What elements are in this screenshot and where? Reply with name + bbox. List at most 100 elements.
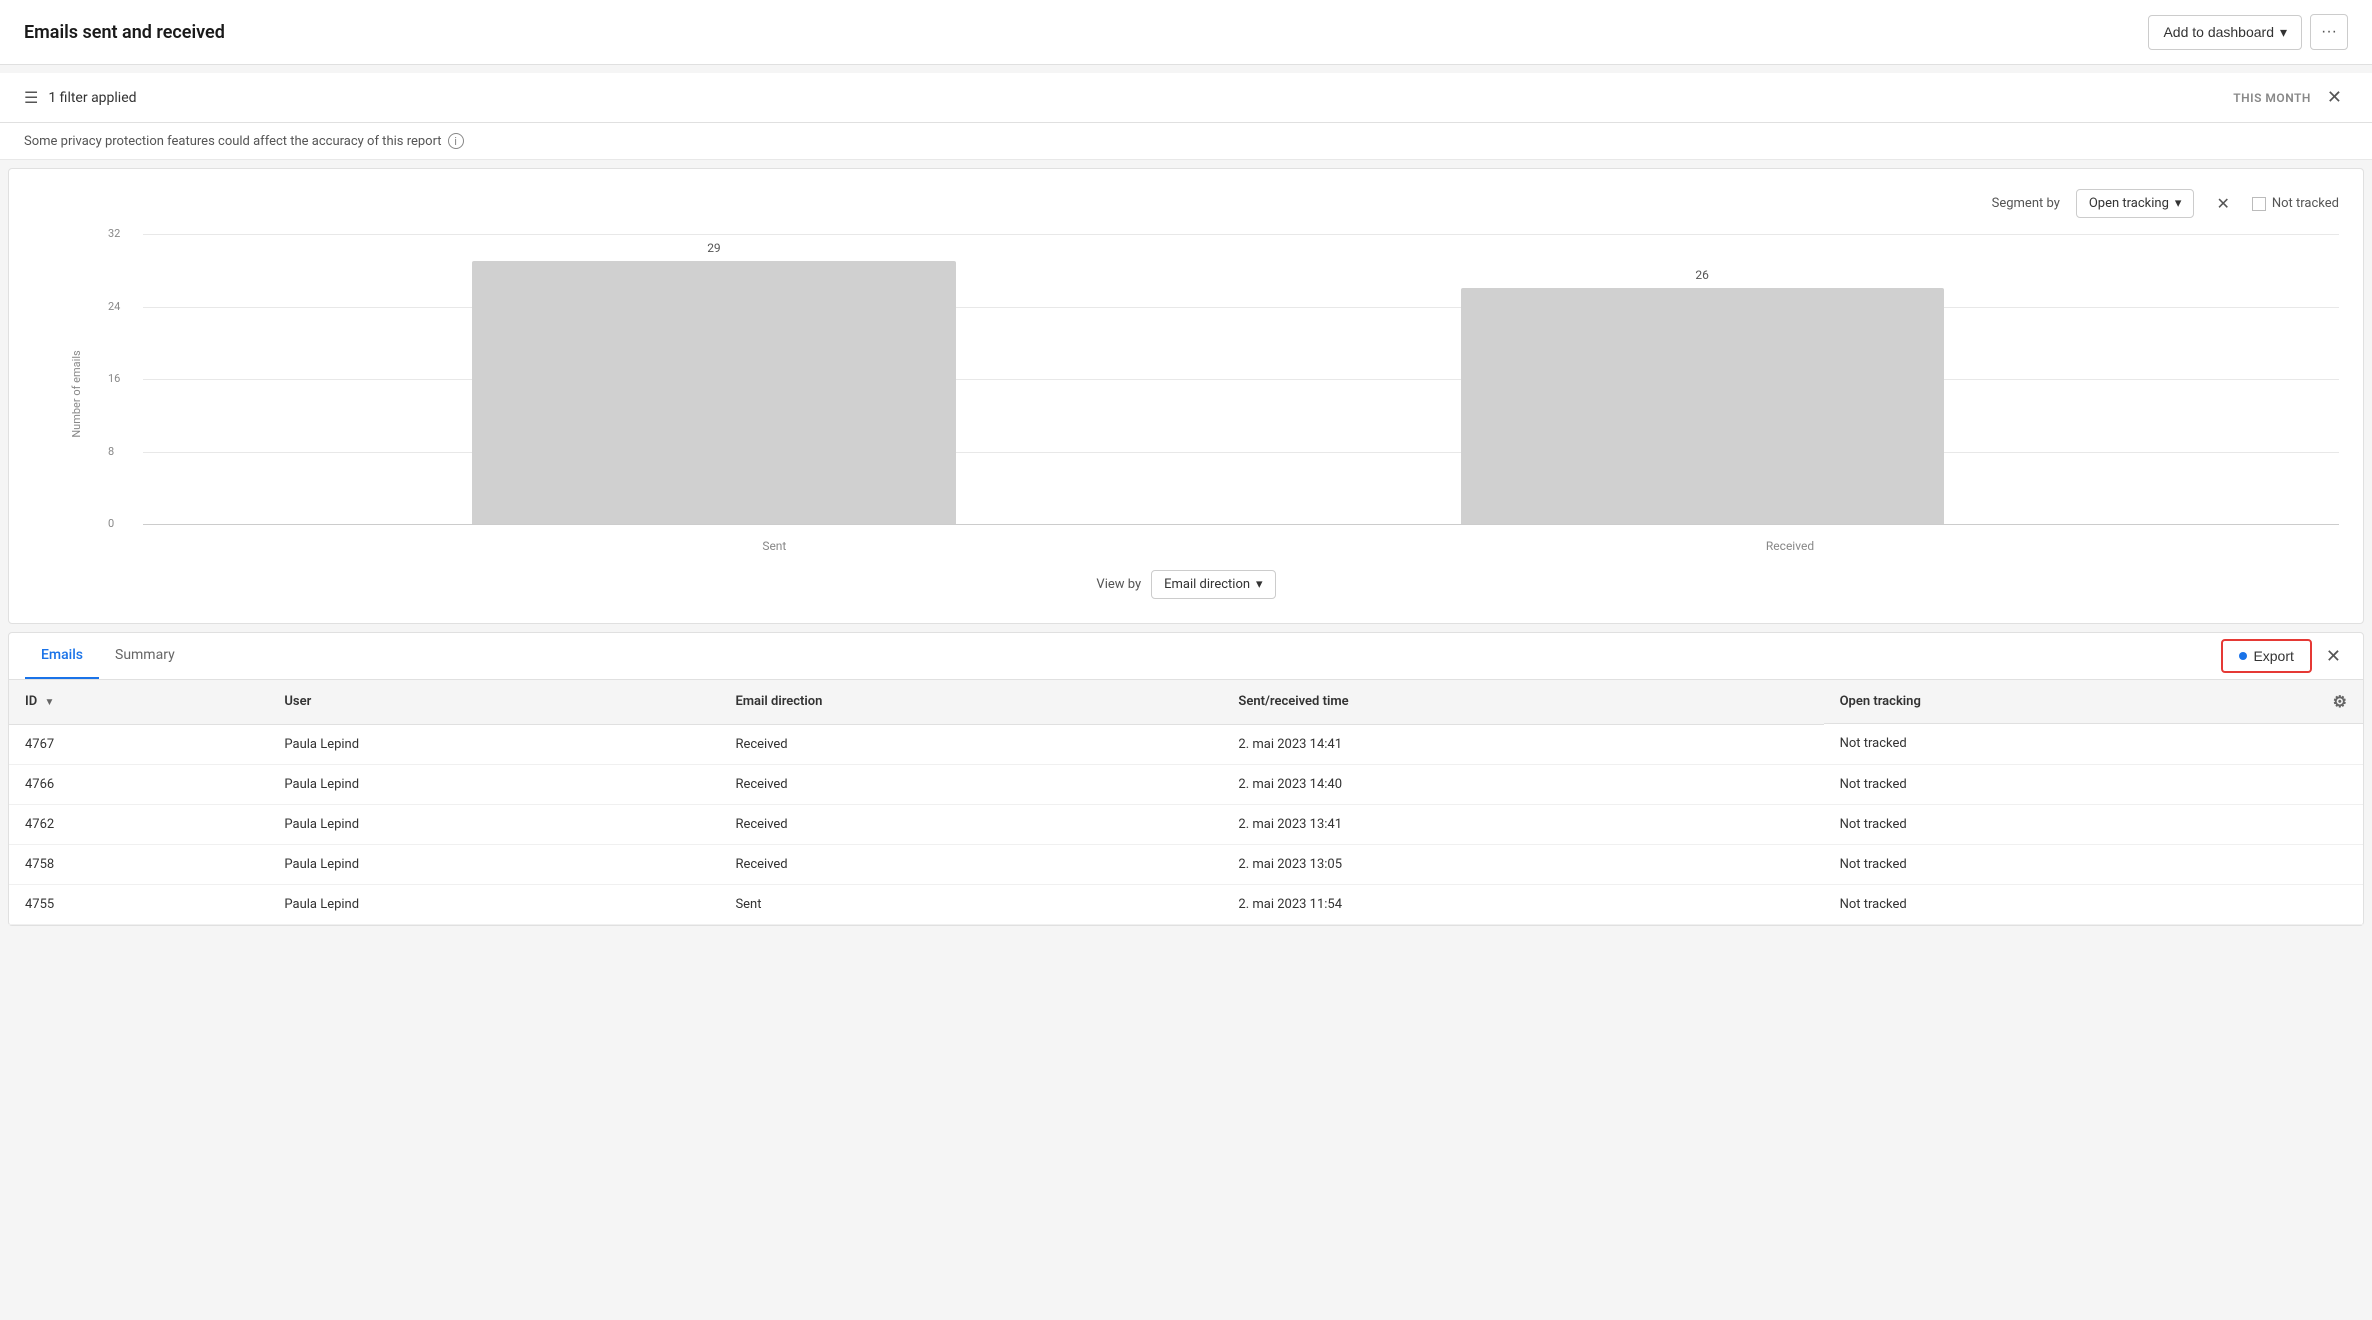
gear-icon[interactable]: ⚙ — [2333, 692, 2347, 711]
x-label-sent: Sent — [762, 539, 786, 553]
y-label-16: 16 — [108, 372, 120, 385]
export-label: Export — [2253, 648, 2293, 664]
view-by-dropdown[interactable]: Email direction ▾ — [1151, 570, 1275, 599]
cell-id: 4762 — [9, 804, 268, 844]
filter-icon: ☰ — [24, 88, 38, 107]
privacy-notice-text: Some privacy protection features could a… — [24, 134, 442, 149]
add-dashboard-label: Add to dashboard — [2163, 24, 2274, 40]
legend-box — [2252, 197, 2266, 211]
tabs-right: Export ✕ — [2221, 639, 2347, 673]
more-options-button[interactable]: ··· — [2310, 14, 2348, 50]
export-dot-icon — [2239, 652, 2247, 660]
cell-tracking: Not tracked — [1824, 804, 2363, 844]
tab-emails[interactable]: Emails — [25, 633, 99, 679]
view-by-value: Email direction — [1164, 577, 1250, 592]
cell-user: Paula Lepind — [268, 884, 719, 924]
chevron-down-icon: ▾ — [2175, 196, 2182, 211]
cell-user: Paula Lepind — [268, 804, 719, 844]
table-row: 4755 Paula Lepind Sent 2. mai 2023 11:54… — [9, 884, 2363, 924]
cell-user: Paula Lepind — [268, 764, 719, 804]
chart-area: Number of emails 32 24 16 8 0 — [33, 234, 2339, 554]
col-direction: Email direction — [719, 680, 1222, 724]
segment-value: Open tracking — [2089, 196, 2169, 211]
cell-time: 2. mai 2023 13:05 — [1222, 844, 1823, 884]
info-icon: i — [448, 133, 464, 149]
cell-direction: Received — [719, 764, 1222, 804]
cell-time: 2. mai 2023 14:40 — [1222, 764, 1823, 804]
col-time: Sent/received time — [1222, 680, 1823, 724]
y-label-32: 32 — [108, 227, 120, 240]
privacy-notice: Some privacy protection features could a… — [0, 123, 2372, 160]
col-tracking: Open tracking ⚙ — [1824, 680, 2363, 724]
cell-time: 2. mai 2023 14:41 — [1222, 724, 1823, 764]
chart-controls: Segment by Open tracking ▾ ✕ Not tracked — [33, 189, 2339, 218]
cell-time: 2. mai 2023 11:54 — [1222, 884, 1823, 924]
cell-user: Paula Lepind — [268, 724, 719, 764]
y-label-8: 8 — [108, 445, 114, 458]
cell-user: Paula Lepind — [268, 844, 719, 884]
col-id[interactable]: ID ▼ — [9, 680, 268, 724]
cell-tracking: Not tracked — [1824, 764, 2363, 804]
clear-segment-button[interactable]: ✕ — [2210, 192, 2235, 216]
cell-tracking: Not tracked — [1824, 884, 2363, 924]
cell-direction: Received — [719, 724, 1222, 764]
table-row: 4758 Paula Lepind Received 2. mai 2023 1… — [9, 844, 2363, 884]
chart-section: Segment by Open tracking ▾ ✕ Not tracked… — [8, 168, 2364, 624]
cell-id: 4758 — [9, 844, 268, 884]
table-row: 4766 Paula Lepind Received 2. mai 2023 1… — [9, 764, 2363, 804]
x-label-container: Received — [1241, 534, 2339, 554]
y-label-0: 0 — [108, 517, 114, 530]
emails-table: ID ▼ User Email direction Sent/received … — [9, 680, 2363, 925]
cell-tracking: Not tracked — [1824, 724, 2363, 764]
grid-line-0: 0 — [143, 524, 2339, 525]
more-icon: ··· — [2321, 23, 2337, 40]
close-table-button[interactable]: ✕ — [2320, 644, 2347, 669]
time-range-label: THIS MONTH — [2233, 91, 2311, 105]
table-header-row: ID ▼ User Email direction Sent/received … — [9, 680, 2363, 724]
table-section: Emails Summary Export ✕ ID ▼ User — [8, 632, 2364, 926]
cell-direction: Received — [719, 804, 1222, 844]
x-labels: Sent Received — [143, 534, 2339, 554]
bar-sent-value: 29 — [707, 241, 721, 255]
close-filter-button[interactable]: ✕ — [2321, 85, 2348, 110]
segment-dropdown[interactable]: Open tracking ▾ — [2076, 189, 2195, 218]
export-button[interactable]: Export — [2221, 639, 2311, 673]
table-row: 4767 Paula Lepind Received 2. mai 2023 1… — [9, 724, 2363, 764]
table-body: 4767 Paula Lepind Received 2. mai 2023 1… — [9, 724, 2363, 924]
y-label-24: 24 — [108, 300, 120, 313]
view-by-row: View by Email direction ▾ — [33, 570, 2339, 599]
tabs-left: Emails Summary — [25, 633, 191, 679]
cell-direction: Sent — [719, 884, 1222, 924]
cell-direction: Received — [719, 844, 1222, 884]
bar-received: 26 — [1461, 288, 1944, 524]
bar-sent: 29 — [472, 261, 955, 524]
tab-summary[interactable]: Summary — [99, 633, 191, 679]
chevron-down-icon: ▾ — [1256, 577, 1263, 592]
cell-tracking: Not tracked — [1824, 844, 2363, 884]
chart-grid: 32 24 16 8 0 29 — [103, 234, 2339, 554]
page-title: Emails sent and received — [24, 22, 225, 43]
grid-line-32: 32 — [143, 234, 2339, 235]
x-label-container: Sent — [143, 534, 1241, 554]
top-bar-actions: Add to dashboard ▾ ··· — [2148, 14, 2348, 50]
table-tabs: Emails Summary Export ✕ — [9, 633, 2363, 680]
y-axis-label: Number of emails — [70, 350, 83, 437]
segment-by-label: Segment by — [1992, 196, 2060, 211]
table-row: 4762 Paula Lepind Received 2. mai 2023 1… — [9, 804, 2363, 844]
x-label-received: Received — [1766, 539, 1814, 553]
cell-id: 4766 — [9, 764, 268, 804]
legend-label: Not tracked — [2272, 196, 2339, 211]
filter-label: 1 filter applied — [48, 90, 136, 106]
view-by-label: View by — [1096, 577, 1141, 592]
grid-area: 32 24 16 8 0 29 — [143, 234, 2339, 524]
filter-left: ☰ 1 filter applied — [24, 88, 137, 107]
filter-bar: ☰ 1 filter applied THIS MONTH ✕ — [0, 73, 2372, 123]
bar-received-value: 26 — [1695, 268, 1709, 282]
col-user: User — [268, 680, 719, 724]
filter-right: THIS MONTH ✕ — [2233, 85, 2348, 110]
cell-id: 4755 — [9, 884, 268, 924]
chevron-down-icon: ▾ — [2280, 24, 2287, 41]
cell-id: 4767 — [9, 724, 268, 764]
cell-time: 2. mai 2023 13:41 — [1222, 804, 1823, 844]
add-to-dashboard-button[interactable]: Add to dashboard ▾ — [2148, 15, 2302, 50]
